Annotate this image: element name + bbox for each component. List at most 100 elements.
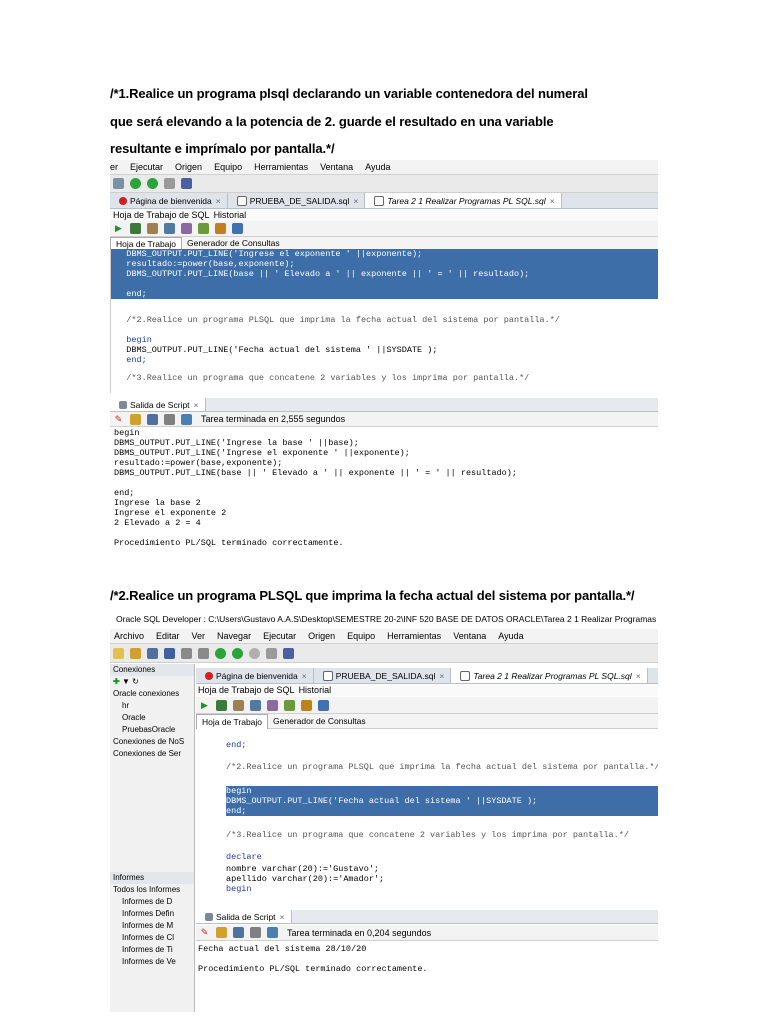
eraser-icon[interactable] bbox=[130, 413, 141, 425]
run-icon[interactable]: ▶ bbox=[113, 223, 124, 234]
menu-item-ver[interactable]: Ver bbox=[192, 631, 206, 641]
report-item[interactable]: Todos los Informes bbox=[110, 884, 194, 896]
output-icon[interactable] bbox=[181, 413, 192, 425]
eraser-icon[interactable] bbox=[216, 927, 227, 938]
tab-salida-de-script[interactable]: Salida de Script × bbox=[110, 398, 206, 411]
menu-item-equipo[interactable]: Equipo bbox=[347, 631, 375, 641]
undo-icon[interactable] bbox=[181, 647, 192, 659]
save-all-icon[interactable] bbox=[164, 647, 175, 659]
go-icon[interactable] bbox=[130, 178, 141, 189]
report-item[interactable]: Informes de Cl bbox=[110, 932, 194, 944]
commit-icon[interactable] bbox=[147, 223, 158, 234]
historial-tab[interactable]: Historial bbox=[299, 685, 332, 695]
explain-icon[interactable] bbox=[284, 699, 295, 711]
commit-icon[interactable] bbox=[233, 699, 244, 711]
tree-item[interactable]: Conexiones de Ser bbox=[110, 748, 194, 760]
run-icon[interactable]: ▶ bbox=[199, 700, 210, 711]
forward-icon[interactable] bbox=[232, 647, 243, 659]
format-icon[interactable] bbox=[232, 223, 243, 234]
report-item[interactable]: Informes de D bbox=[110, 896, 194, 908]
report-item[interactable]: Informes de Ve bbox=[110, 956, 194, 968]
back-icon[interactable] bbox=[215, 647, 226, 659]
clear-icon[interactable] bbox=[301, 699, 312, 711]
save-icon[interactable] bbox=[233, 927, 244, 938]
historial-tab[interactable]: Historial bbox=[214, 210, 247, 220]
code-editor[interactable]: end; /*2.Realice un programa PLSQL que i… bbox=[196, 730, 658, 906]
tab-prueba-de-salida[interactable]: PRUEBA_DE_SALIDA.sql × bbox=[228, 193, 366, 208]
menu-item-ventana[interactable]: Ventana bbox=[453, 631, 486, 641]
add-connection-icon[interactable]: ✚ bbox=[113, 677, 120, 686]
menu-item-origen[interactable]: Origen bbox=[175, 162, 202, 172]
menu-item-ejecutar[interactable]: Ejecutar bbox=[263, 631, 296, 641]
tree-item[interactable]: Conexiones de NoS bbox=[110, 736, 194, 748]
save-icon[interactable] bbox=[147, 647, 158, 659]
clear-icon[interactable] bbox=[215, 223, 226, 234]
report-item[interactable]: Informes Defin bbox=[110, 908, 194, 920]
rollback-icon[interactable] bbox=[164, 223, 175, 234]
connect-icon[interactable] bbox=[283, 647, 294, 659]
menu-item-origen[interactable]: Origen bbox=[308, 631, 335, 641]
tree-item[interactable]: PruebasOracle bbox=[110, 724, 194, 736]
menu-item-herramientas[interactable]: Herramientas bbox=[387, 631, 441, 641]
tree-item[interactable]: Oracle bbox=[110, 712, 194, 724]
redo-icon[interactable] bbox=[198, 647, 209, 659]
close-icon[interactable]: × bbox=[550, 196, 555, 206]
worksheet-title[interactable]: Hoja de Trabajo de SQL bbox=[198, 685, 295, 695]
autotrace-icon[interactable] bbox=[267, 699, 278, 711]
close-icon[interactable]: × bbox=[280, 912, 285, 922]
binoculars-icon[interactable] bbox=[266, 647, 277, 659]
connect-icon[interactable] bbox=[181, 178, 192, 189]
menu-item-herramientas[interactable]: Herramientas bbox=[254, 162, 308, 172]
close-icon[interactable]: × bbox=[216, 196, 221, 206]
menu-item-archivo[interactable]: Archivo bbox=[114, 631, 144, 641]
menu-item-ventana[interactable]: Ventana bbox=[320, 162, 353, 172]
menu-item-navegar[interactable]: Navegar bbox=[217, 631, 251, 641]
tab-salida-de-script[interactable]: Salida de Script × bbox=[196, 910, 292, 923]
menu-item-partial[interactable]: er bbox=[110, 162, 118, 172]
autotrace-icon[interactable] bbox=[181, 223, 192, 234]
explain-icon[interactable] bbox=[198, 223, 209, 234]
open-icon[interactable] bbox=[130, 647, 141, 659]
print-icon[interactable] bbox=[164, 413, 175, 425]
tab-welcome[interactable]: Página de bienvenida × bbox=[196, 668, 314, 683]
output-icon[interactable] bbox=[267, 927, 278, 938]
tab-tarea[interactable]: Tarea 2 1 Realizar Programas PL SQL.sql … bbox=[365, 193, 562, 208]
run-script-icon[interactable] bbox=[216, 699, 227, 711]
close-icon[interactable]: × bbox=[302, 671, 307, 681]
tab-prueba-de-salida[interactable]: PRUEBA_DE_SALIDA.sql × bbox=[314, 668, 452, 683]
close-icon[interactable]: × bbox=[439, 671, 444, 681]
menu-item-equipo[interactable]: Equipo bbox=[214, 162, 242, 172]
code-editor[interactable]: DBMS_OUTPUT.PUT_LINE('Ingrese el exponen… bbox=[110, 249, 658, 393]
filter-icon[interactable]: ▼ bbox=[122, 677, 130, 686]
tree-item[interactable]: Oracle conexiones bbox=[110, 688, 194, 700]
worksheet-title[interactable]: Hoja de Trabajo de SQL bbox=[113, 210, 210, 220]
tab-welcome[interactable]: Página de bienvenida × bbox=[110, 193, 228, 208]
save-icon[interactable] bbox=[147, 413, 158, 425]
stop-icon[interactable] bbox=[249, 647, 260, 659]
tab-generador-de-consultas[interactable]: Generador de Consultas bbox=[268, 714, 371, 728]
menu-item-editar[interactable]: Editar bbox=[156, 631, 180, 641]
new-icon[interactable] bbox=[113, 647, 124, 659]
refresh-icon[interactable]: ↻ bbox=[132, 677, 139, 686]
menu-item-ejecutar[interactable]: Ejecutar bbox=[130, 162, 163, 172]
report-item[interactable]: Informes de M bbox=[110, 920, 194, 932]
tab-generador-de-consultas[interactable]: Generador de Consultas bbox=[182, 237, 285, 249]
forward-icon[interactable] bbox=[147, 178, 158, 189]
tree-item[interactable]: hr bbox=[110, 700, 194, 712]
report-item[interactable]: Informes de Ti bbox=[110, 944, 194, 956]
pin-icon[interactable]: ✎ bbox=[113, 414, 124, 425]
menu-item-ayuda[interactable]: Ayuda bbox=[498, 631, 523, 641]
run-script-icon[interactable] bbox=[130, 223, 141, 234]
print-icon[interactable] bbox=[250, 927, 261, 938]
binoculars-icon[interactable] bbox=[164, 178, 175, 189]
back-icon[interactable] bbox=[113, 178, 124, 189]
menu-item-ayuda[interactable]: Ayuda bbox=[365, 162, 390, 172]
tab-hoja-de-trabajo[interactable]: Hoja de Trabajo bbox=[110, 236, 183, 250]
rollback-icon[interactable] bbox=[250, 699, 261, 711]
close-icon[interactable]: × bbox=[636, 671, 641, 681]
format-icon[interactable] bbox=[318, 699, 329, 711]
tab-hoja-de-trabajo[interactable]: Hoja de Trabajo bbox=[196, 713, 269, 729]
close-icon[interactable]: × bbox=[353, 196, 358, 206]
close-icon[interactable]: × bbox=[194, 400, 199, 410]
tab-tarea[interactable]: Tarea 2 1 Realizar Programas PL SQL.sql … bbox=[451, 668, 648, 683]
